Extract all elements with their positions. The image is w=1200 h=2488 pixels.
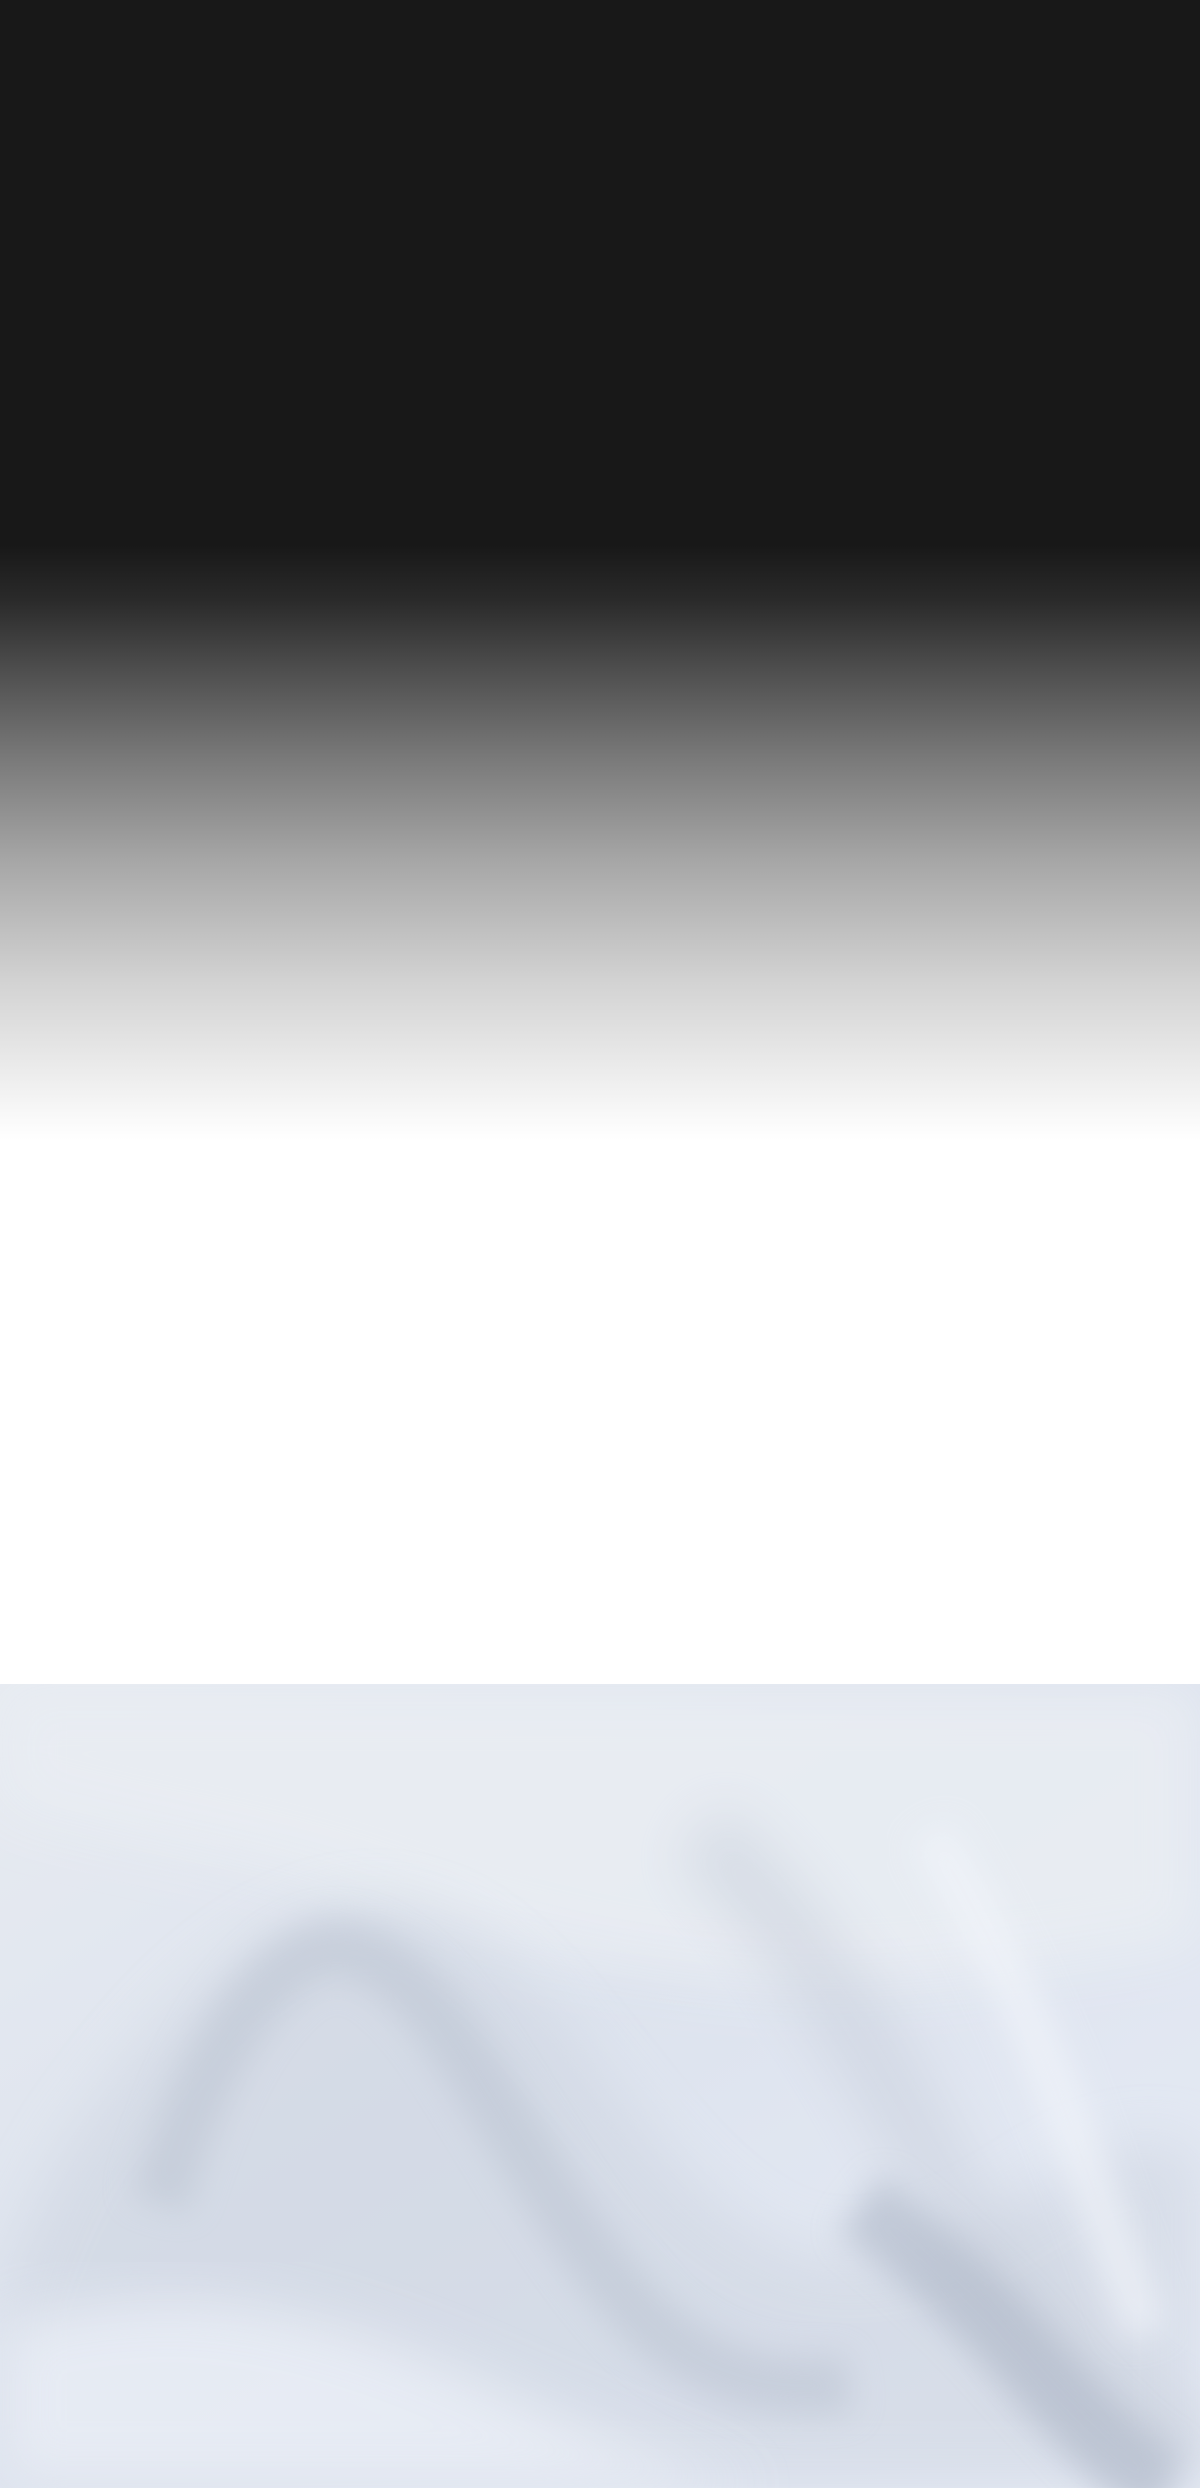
blank-white-section	[0, 1140, 1200, 1684]
dark-gradient-hero	[0, 0, 1200, 1140]
silk-fabric-illustration	[0, 1684, 1200, 2488]
silk-background-panel	[0, 1684, 1200, 2488]
